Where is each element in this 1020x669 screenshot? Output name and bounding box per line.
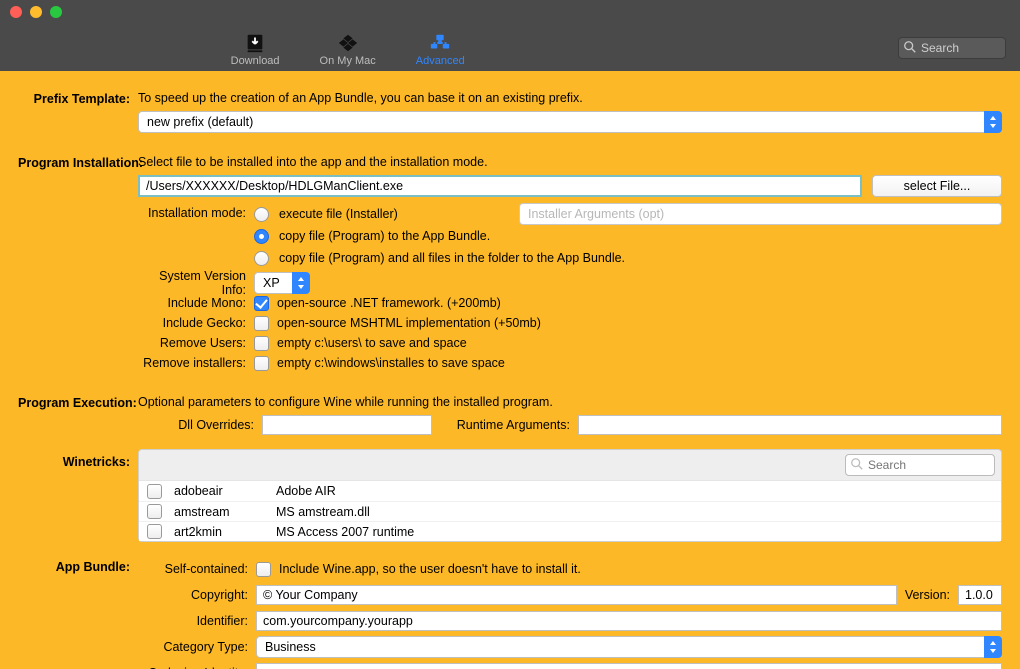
winetricks-list: adobeair Adobe AIR amstream MS amstream.… — [139, 481, 1001, 541]
remove-users-desc: empty c:\users\ to save and space — [277, 336, 467, 350]
winetricks-desc: MS Access 2007 runtime — [276, 525, 414, 539]
winetricks-search[interactable] — [845, 454, 995, 476]
winetricks-name: adobeair — [174, 484, 264, 498]
dll-overrides-input[interactable] — [262, 415, 432, 435]
install-mode-label: Installation mode: — [138, 203, 254, 269]
copyright-label: Copyright: — [138, 588, 248, 602]
mode-execute-label: execute file (Installer) — [279, 207, 509, 221]
runtime-args-label: Runtime Arguments: — [440, 418, 570, 432]
mode-execute-radio[interactable] — [254, 207, 269, 222]
tab-advanced[interactable]: Advanced — [416, 32, 465, 67]
search-icon — [850, 457, 864, 471]
tab-advanced-label: Advanced — [416, 55, 465, 67]
self-contained-desc: Include Wine.app, so the user doesn't ha… — [279, 562, 581, 576]
tab-download-label: Download — [231, 55, 280, 67]
winetricks-check[interactable] — [147, 484, 162, 499]
program-install-help: Select file to be installed into the app… — [138, 153, 1002, 175]
download-icon — [244, 32, 266, 54]
runtime-args-input[interactable] — [578, 415, 1002, 435]
remove-installers-label: Remove installers: — [138, 356, 254, 370]
search-icon — [903, 40, 917, 54]
include-mono-check[interactable] — [254, 296, 269, 311]
winetricks-check[interactable] — [147, 504, 162, 519]
mode-copyall-radio[interactable] — [254, 251, 269, 266]
identifier-input[interactable] — [256, 611, 1002, 631]
winetricks-desc: Adobe AIR — [276, 484, 336, 498]
winetricks-box: adobeair Adobe AIR amstream MS amstream.… — [138, 449, 1002, 542]
prefix-template-select[interactable]: new prefix (default) — [138, 111, 1002, 133]
self-contained-label: Self-contained: — [138, 562, 248, 576]
sys-version-label: System Version Info: — [138, 269, 254, 297]
include-mono-desc: open-source .NET framework. (+200mb) — [277, 296, 501, 310]
program-install-label: Program Installation: — [18, 153, 138, 373]
prefix-template-help: To speed up the creation of an App Bundl… — [138, 89, 1002, 111]
include-gecko-check[interactable] — [254, 316, 269, 331]
winetricks-desc: MS amstream.dll — [276, 505, 370, 519]
mode-copyall-label: copy file (Program) and all files in the… — [279, 251, 625, 265]
advanced-icon — [429, 32, 451, 54]
copyright-input[interactable] — [256, 585, 897, 605]
content: Prefix Template: To speed up the creatio… — [0, 71, 1020, 669]
app-bundle-label: App Bundle: — [18, 556, 138, 669]
category-select[interactable]: Business — [256, 636, 1002, 658]
toolbar: Download On My Mac Advanced — [0, 24, 1020, 71]
tab-onmymac-label: On My Mac — [320, 55, 376, 67]
winetricks-name: amstream — [174, 505, 264, 519]
category-label: Category Type: — [138, 640, 248, 654]
toolbar-search[interactable] — [898, 37, 1006, 59]
codesign-input[interactable] — [256, 663, 1002, 669]
tab-onmymac[interactable]: On My Mac — [320, 32, 376, 67]
install-path-input[interactable] — [138, 175, 862, 197]
minimize-window-button[interactable] — [30, 6, 42, 18]
winetricks-search-input[interactable] — [845, 454, 995, 476]
tab-download[interactable]: Download — [231, 32, 280, 67]
winetricks-row[interactable]: adobeair Adobe AIR — [139, 481, 1001, 501]
zoom-window-button[interactable] — [50, 6, 62, 18]
select-file-button[interactable]: select File... — [872, 175, 1002, 197]
winetricks-name: art2kmin — [174, 525, 264, 539]
identifier-label: Identifier: — [138, 614, 248, 628]
installer-args-input[interactable] — [519, 203, 1002, 225]
winetricks-label: Winetricks: — [18, 449, 138, 542]
remove-installers-desc: empty c:\windows\installes to save space — [277, 356, 505, 370]
remove-users-label: Remove Users: — [138, 336, 254, 350]
titlebar — [0, 0, 1020, 24]
winetricks-check[interactable] — [147, 524, 162, 539]
remove-installers-check[interactable] — [254, 356, 269, 371]
close-window-button[interactable] — [10, 6, 22, 18]
include-mono-label: Include Mono: — [138, 296, 254, 310]
mode-copy-label: copy file (Program) to the App Bundle. — [279, 229, 490, 243]
sys-version-select[interactable]: XP — [254, 272, 310, 294]
version-label: Version: — [905, 588, 950, 602]
program-exec-label: Program Execution: — [18, 393, 138, 435]
mac-icon — [337, 32, 359, 54]
winetricks-row[interactable]: amstream MS amstream.dll — [139, 501, 1001, 521]
prefix-template-label: Prefix Template: — [18, 89, 138, 133]
winetricks-row[interactable]: art2kmin MS Access 2007 runtime — [139, 521, 1001, 541]
remove-users-check[interactable] — [254, 336, 269, 351]
mode-copy-radio[interactable] — [254, 229, 269, 244]
version-input[interactable] — [958, 585, 1002, 605]
program-exec-help: Optional parameters to configure Wine wh… — [138, 393, 1002, 415]
include-gecko-label: Include Gecko: — [138, 316, 254, 330]
self-contained-check[interactable] — [256, 562, 271, 577]
include-gecko-desc: open-source MSHTML implementation (+50mb… — [277, 316, 541, 330]
dll-overrides-label: Dll Overrides: — [138, 418, 254, 432]
